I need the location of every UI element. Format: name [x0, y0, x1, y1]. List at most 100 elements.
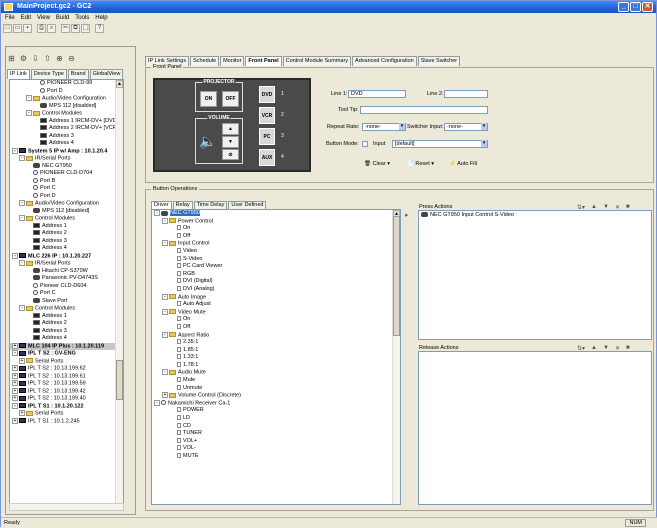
scroll-thumb[interactable] — [393, 216, 400, 336]
scroll-thumb[interactable] — [116, 360, 123, 400]
expand-toggle-icon[interactable]: + — [19, 357, 25, 364]
menu-build[interactable]: Build — [56, 14, 69, 23]
copy-icon[interactable]: ⧉ — [71, 24, 80, 33]
expand-toggle-icon[interactable]: + — [12, 387, 18, 394]
expand-toggle-icon[interactable]: + — [19, 410, 25, 416]
tree-item[interactable]: Address 1 — [10, 313, 123, 321]
operation-item[interactable]: 1.85:1 — [152, 347, 400, 355]
tree-item[interactable]: Port C — [10, 290, 123, 298]
tree-item[interactable]: Slave Port — [10, 298, 123, 306]
scroll-up-icon[interactable]: ▲ — [116, 80, 123, 88]
repeat-rate-select[interactable]: -none- — [362, 123, 406, 131]
operation-item[interactable]: - Nakamichi Receiver Ca-1 — [152, 399, 400, 408]
tree-item[interactable]: - MLC 226 IP : 10.1.20.227 — [10, 252, 123, 261]
tab-slave-switcher[interactable]: Slave Switcher — [417, 56, 461, 66]
operation-item[interactable]: CD — [152, 423, 400, 431]
operation-item[interactable]: - Video Mute — [152, 308, 400, 317]
tab-driver[interactable]: Driver — [151, 201, 172, 209]
projector-off-button[interactable]: OFF — [222, 91, 239, 107]
expand-toggle-icon[interactable]: - — [154, 210, 160, 216]
tab-front-panel[interactable]: Front Panel — [245, 56, 282, 66]
tree-vscrollbar[interactable]: ▲ — [115, 80, 123, 509]
button-mode-checkbox[interactable] — [362, 141, 368, 147]
switcher-input-select[interactable]: -none- — [444, 123, 488, 131]
tree-item[interactable]: - Control Modules — [10, 305, 123, 313]
operation-item[interactable]: VOL- — [152, 445, 400, 453]
operation-item[interactable]: 2.35:1 — [152, 339, 400, 347]
operation-item[interactable]: Off — [152, 324, 400, 332]
minimize-button[interactable]: _ — [618, 2, 629, 12]
tree-item[interactable]: + Serial Ports — [10, 410, 123, 418]
maximize-button[interactable]: □ — [630, 2, 641, 12]
tree-item[interactable]: + IPL T S1 : 10.1.2.245 — [10, 417, 123, 426]
volume-mute-button[interactable]: ⊘ — [222, 149, 239, 160]
title-bar[interactable]: MainProject.gc2 - GC2 _ □ ✕ — [1, 1, 656, 13]
tab-relay[interactable]: Relay — [172, 201, 193, 209]
tab-schedule[interactable]: Schedule — [190, 56, 220, 66]
tooltip-input[interactable] — [360, 106, 488, 114]
close-button[interactable]: ✕ — [642, 2, 653, 12]
operation-item[interactable]: RGB — [152, 271, 400, 279]
expand-toggle-icon[interactable]: - — [162, 293, 168, 300]
operation-item[interactable]: - Auto Image — [152, 293, 400, 302]
menu-edit[interactable]: Edit — [21, 14, 31, 23]
line2-input[interactable] — [444, 90, 488, 98]
expand-toggle-icon[interactable]: - — [19, 215, 25, 221]
source-button-aux[interactable]: AUX — [259, 149, 275, 166]
tree-item[interactable]: Address 4 — [10, 140, 123, 148]
tab-time-delay[interactable]: Time Delay — [193, 201, 228, 209]
tree-item[interactable]: - IPL T S2 : GV-ENG — [10, 350, 123, 358]
expand-toggle-icon[interactable]: - — [19, 155, 25, 161]
tree-item[interactable]: + MLC 104 IP Plus : 10.1.20.119 — [10, 342, 123, 350]
tree-item[interactable]: Address 1 IRCM-DV+ [DVD] — [10, 118, 123, 126]
tree-item[interactable]: - Control Modules — [10, 110, 123, 118]
operation-item[interactable]: + Volume Control (Discrete) — [152, 392, 400, 400]
menu-view[interactable]: View — [37, 14, 50, 23]
source-button-pc[interactable]: PC — [259, 128, 275, 145]
tree-item[interactable]: Pioneer CLD-D604 — [10, 283, 123, 291]
expand-toggle-icon[interactable]: + — [12, 380, 18, 386]
tree-item[interactable]: + IPL T S2 : 10.13.199.42 — [10, 387, 123, 396]
tree-item[interactable]: - System 5 IP w/ Amp : 10.1.20.4 — [10, 147, 123, 156]
expand-toggle-icon[interactable]: - — [162, 369, 168, 376]
volume-down-button[interactable]: ▼ — [222, 136, 239, 148]
operation-item[interactable]: Off — [152, 233, 400, 241]
operation-item[interactable]: TUNER — [152, 430, 400, 438]
operation-item[interactable]: DVI (Digital) — [152, 278, 400, 286]
tree-item[interactable]: NEC GT950 — [10, 163, 123, 171]
tree-item[interactable]: - Control Modules — [10, 215, 123, 223]
reset-button[interactable]: 📄 Reset ▾ — [407, 160, 434, 168]
tree-item[interactable]: - IR/Serial Ports — [10, 155, 123, 163]
tree-item[interactable]: Port D — [10, 193, 123, 201]
press-actions-list[interactable]: NEC GT950 Input Control S-Video — [418, 210, 652, 340]
tab-globalview[interactable]: GlobalView — [89, 69, 124, 79]
operation-item[interactable]: 1.78:1 — [152, 362, 400, 370]
help-icon[interactable]: ? — [95, 24, 104, 33]
operation-item[interactable]: - Audio Mute — [152, 369, 400, 377]
operation-item[interactable]: VOL+ — [152, 438, 400, 446]
expand-toggle-icon[interactable]: - — [19, 305, 25, 311]
properties-icon[interactable]: ⚙ — [19, 54, 28, 63]
tree-item[interactable]: - IR/Serial Ports — [10, 260, 123, 268]
save-icon[interactable]: ▪ — [23, 24, 32, 33]
tree-item[interactable]: PIONEER CLD-D704 — [10, 170, 123, 178]
tree-item[interactable]: Address 2 — [10, 230, 123, 238]
tree-item[interactable]: PIONEER CLD-99 — [10, 80, 123, 88]
tree-item[interactable]: MPS 112 [disabled] — [10, 208, 123, 216]
add-device-icon[interactable]: ⊞ — [7, 54, 16, 63]
expand-toggle-icon[interactable]: + — [12, 417, 18, 424]
expand-toggle-icon[interactable]: - — [12, 402, 18, 409]
up-arrow-icon[interactable]: ⇧ — [43, 54, 52, 63]
operation-item[interactable]: - Aspect Ratio — [152, 331, 400, 340]
operation-item[interactable]: On — [152, 316, 400, 324]
projector-on-button[interactable]: ON — [200, 91, 217, 107]
line1-input[interactable]: DVD — [348, 90, 406, 98]
tree-item[interactable]: MPS 112 [disabled] — [10, 103, 123, 111]
tree-item[interactable]: - Audio/Video Configuration — [10, 200, 123, 208]
expand-toggle-icon[interactable]: + — [12, 395, 18, 401]
tree-item[interactable]: Address 2 IRCM-DV+ [VCR] — [10, 125, 123, 133]
open-icon[interactable]: ▭ — [13, 24, 22, 33]
operation-item[interactable]: DVI (Analog) — [152, 286, 400, 294]
new-icon[interactable]: □ — [3, 24, 12, 33]
expand-toggle-icon[interactable]: - — [162, 240, 168, 247]
